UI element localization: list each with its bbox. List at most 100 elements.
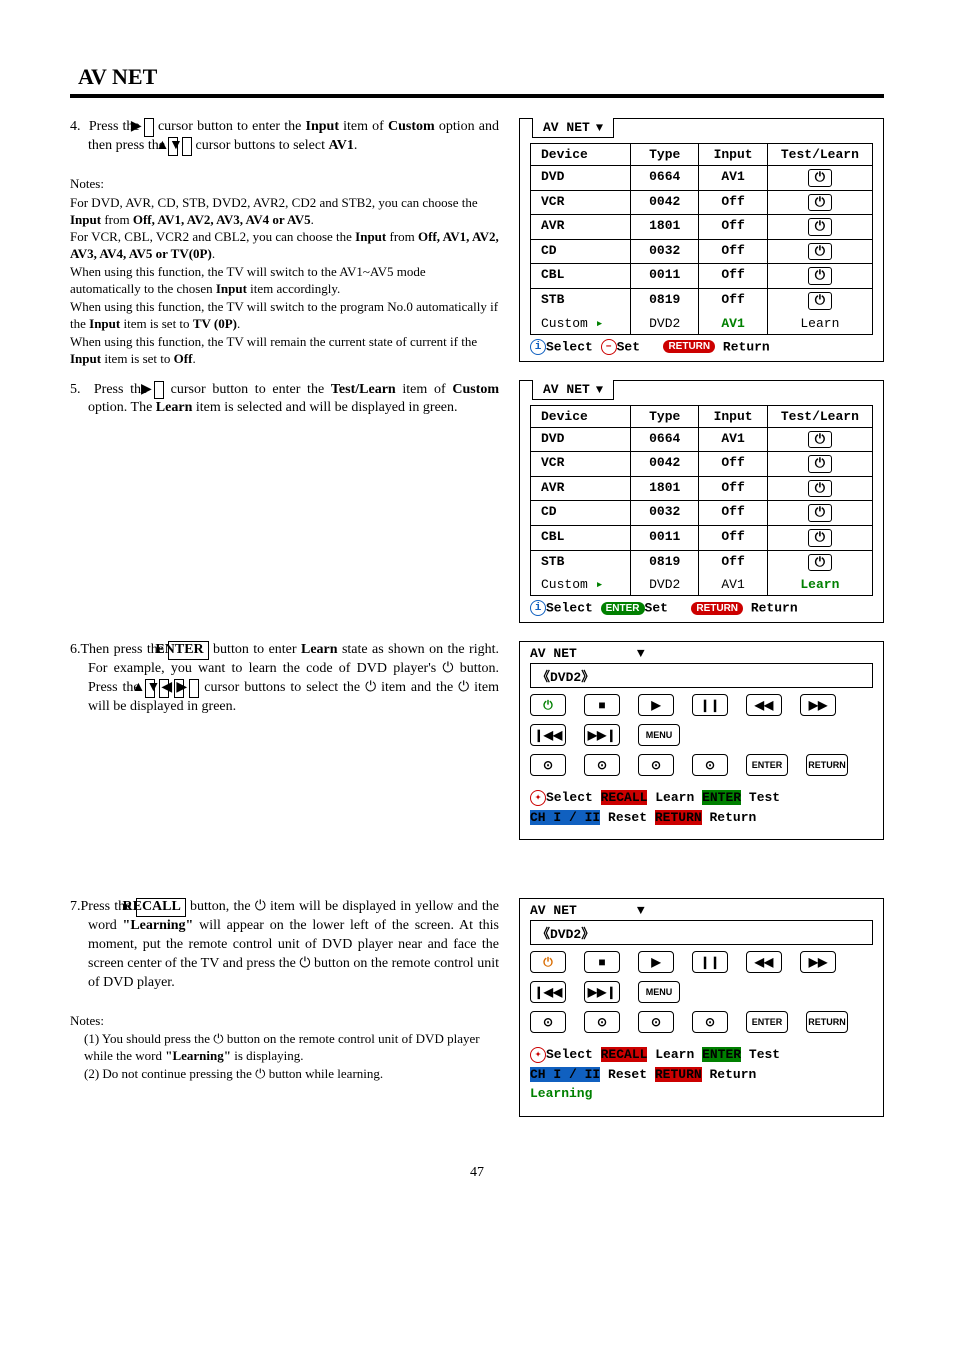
power-icon: ⏻ xyxy=(299,956,310,971)
power-icon: ⏻ xyxy=(808,194,832,212)
table-row: DVD0664AV1⏻ xyxy=(531,166,872,191)
ffwd-button[interactable]: ▶▶ xyxy=(800,951,836,973)
disc-button[interactable]: ⊙ xyxy=(530,1011,566,1033)
col-type: Type xyxy=(631,406,699,427)
disc-button[interactable]: ⊙ xyxy=(530,754,566,776)
disc-button[interactable]: ⊙ xyxy=(584,754,620,776)
stop-button[interactable]: ■ xyxy=(584,694,620,716)
device-label: 《DVD2》 xyxy=(530,663,873,688)
table-row: CBL0011Off⏻ xyxy=(531,264,872,289)
chevron-down-icon: ▼ xyxy=(637,646,645,661)
chevron-down-icon: ▼ xyxy=(596,383,603,397)
enter-pill: ENTER xyxy=(702,1047,741,1062)
chi-pill: CH I / II xyxy=(530,1067,600,1082)
pause-button[interactable]: ❙❙ xyxy=(692,694,728,716)
disc-button[interactable]: ⊙ xyxy=(584,1011,620,1033)
power-icon: ⏻ xyxy=(808,455,832,473)
rewind-button[interactable]: ◀◀ xyxy=(746,951,782,973)
disc-button[interactable]: ⊙ xyxy=(638,754,674,776)
step-7-text: 7.Press the RECALL button, the ⏻ item wi… xyxy=(70,898,499,992)
table-row: DVD0664AV1⏻ xyxy=(531,428,872,453)
panel-tab: AV NET▼ xyxy=(532,380,614,400)
prev-button[interactable]: ❙◀◀ xyxy=(530,724,566,746)
table-row: STB0819Off⏻ xyxy=(531,551,872,575)
col-test: Test/Learn xyxy=(768,406,872,427)
power-icon: ⏻ xyxy=(808,529,832,547)
play-indicator-icon: ▸ xyxy=(596,316,604,331)
power-icon: ⏻ xyxy=(255,899,266,914)
col-input: Input xyxy=(699,406,767,427)
power-button[interactable]: ⏻ xyxy=(530,951,566,973)
disc-button[interactable]: ⊙ xyxy=(692,1011,728,1033)
table-row: VCR0042Off⏻ xyxy=(531,452,872,477)
nav-icon: ✦ xyxy=(530,790,546,806)
power-icon: ⏻ xyxy=(808,218,832,236)
power-icon: ⏻ xyxy=(808,292,832,310)
info-icon: i xyxy=(530,339,546,355)
pause-button[interactable]: ❙❙ xyxy=(692,951,728,973)
enter-button[interactable]: ENTER xyxy=(746,1011,788,1033)
minus-icon: – xyxy=(601,339,617,355)
cursor-right-icon: ▶ xyxy=(189,679,199,698)
return-pill: RETURN xyxy=(655,810,702,825)
enter-key: ENTER xyxy=(168,641,208,660)
col-device: Device xyxy=(531,144,631,165)
col-type: Type xyxy=(631,144,699,165)
page-title: AV NET xyxy=(70,60,884,94)
enter-pill: ENTER xyxy=(601,602,645,615)
table-row: Custom ▸ DVD2 AV1 Learn xyxy=(531,574,872,595)
cursor-right-icon: ▶ xyxy=(144,118,154,137)
table-row: CD0032Off⏻ xyxy=(531,501,872,526)
return-pill: RETURN xyxy=(663,340,715,353)
power-icon: ⏻ xyxy=(458,680,469,695)
play-button[interactable]: ▶ xyxy=(638,694,674,716)
prev-button[interactable]: ❙◀◀ xyxy=(530,981,566,1003)
table-row: VCR0042Off⏻ xyxy=(531,191,872,216)
power-icon: ⏻ xyxy=(213,1031,223,1046)
table-row: AVR1801Off⏻ xyxy=(531,215,872,240)
return-button[interactable]: RETURN xyxy=(806,1011,848,1033)
ffwd-button[interactable]: ▶▶ xyxy=(800,694,836,716)
page-number: 47 xyxy=(70,1165,884,1181)
col-input: Input xyxy=(699,144,767,165)
power-button[interactable]: ⏻ xyxy=(530,694,566,716)
step-7-notes: Notes: (1) You should press the ⏻ button… xyxy=(70,1013,499,1084)
return-button[interactable]: RETURN xyxy=(806,754,848,776)
step-4-text: 4. Press the ▶ cursor button to enter th… xyxy=(70,118,499,156)
recall-key: RECALL xyxy=(136,898,186,917)
info-icon: i xyxy=(530,600,546,616)
avnet-panel-1: AV NET▼ Device Type Input Test/Learn DVD… xyxy=(519,118,884,362)
nav-icon: ✦ xyxy=(530,1047,546,1063)
return-pill: RETURN xyxy=(655,1067,702,1082)
table-row: STB0819Off⏻ xyxy=(531,289,872,313)
avnet-panel-2: AV NET▼ Device Type Input Test/Learn DVD… xyxy=(519,380,884,624)
stop-button[interactable]: ■ xyxy=(584,951,620,973)
power-icon: ⏻ xyxy=(808,431,832,449)
step-6-text: 6.Then press the ENTER button to enter L… xyxy=(70,641,499,717)
power-icon: ⏻ xyxy=(808,267,832,285)
power-icon: ⏻ xyxy=(365,680,376,695)
table-row: CD0032Off⏻ xyxy=(531,240,872,265)
play-indicator-icon: ▸ xyxy=(596,577,604,592)
rewind-button[interactable]: ◀◀ xyxy=(746,694,782,716)
step-4-notes: Notes: For DVD, AVR, CD, STB, DVD2, AVR2… xyxy=(70,176,499,368)
next-button[interactable]: ▶▶❙ xyxy=(584,724,620,746)
cursor-down-icon: ▼ xyxy=(182,137,192,156)
device-label: 《DVD2》 xyxy=(530,920,873,945)
play-button[interactable]: ▶ xyxy=(638,951,674,973)
learn-panel-1: AV NET▼ 《DVD2》 ⏻ ■ ▶ ❙❙ ◀◀ ▶▶ ❙◀◀ ▶▶❙ xyxy=(519,641,884,840)
recall-pill: RECALL xyxy=(601,1047,648,1062)
cursor-right-icon: ▶ xyxy=(154,381,164,400)
learning-status: Learning xyxy=(530,1086,592,1101)
power-icon: ⏻ xyxy=(808,504,832,522)
enter-pill: ENTER xyxy=(702,790,741,805)
menu-button[interactable]: MENU xyxy=(638,981,680,1003)
menu-button[interactable]: MENU xyxy=(638,724,680,746)
enter-button[interactable]: ENTER xyxy=(746,754,788,776)
disc-button[interactable]: ⊙ xyxy=(692,754,728,776)
power-icon: ⏻ xyxy=(808,480,832,498)
disc-button[interactable]: ⊙ xyxy=(638,1011,674,1033)
power-icon: ⏻ xyxy=(808,554,832,572)
next-button[interactable]: ▶▶❙ xyxy=(584,981,620,1003)
table-row: CBL0011Off⏻ xyxy=(531,526,872,551)
